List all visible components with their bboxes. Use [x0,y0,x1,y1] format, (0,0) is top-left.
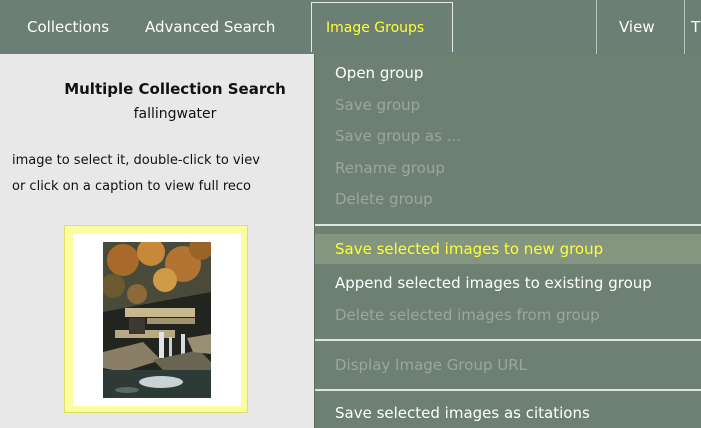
menu-separator [315,224,701,226]
fallingwater-photo [103,242,211,398]
menu-save-group-as[interactable]: Save group as ... [315,122,701,150]
menu-separator [315,339,701,341]
menubar: Collections Advanced Search Image Groups… [0,0,701,54]
menu-append-selected-to-existing-group[interactable]: Append selected images to existing group [315,269,701,297]
menubar-divider [596,0,597,54]
menu-collections[interactable]: Collections [27,0,109,54]
menu-open-group[interactable]: Open group [315,59,701,87]
menu-view[interactable]: View [619,0,655,54]
menu-delete-group[interactable]: Delete group [315,185,701,213]
search-term: fallingwater [133,106,217,122]
image-groups-dropdown-menu: Open group Save group Save group as ... … [315,54,701,428]
thumbnail-background [73,234,241,406]
menu-save-selected-as-citations[interactable]: Save selected images as citations [315,399,701,427]
menubar-divider [684,0,685,54]
menu-save-group[interactable]: Save group [315,91,701,119]
page-title: Multiple Collection Search [64,80,286,98]
menu-display-image-group-url[interactable]: Display Image Group URL [315,351,701,379]
menu-rename-group[interactable]: Rename group [315,154,701,182]
menu-separator [315,389,701,391]
instruction-text-1: image to select it, double-click to viev [12,153,260,168]
selected-thumbnail-frame[interactable] [64,225,248,413]
instruction-text-2: or click on a caption to view full reco [12,179,252,194]
menu-save-selected-to-new-group[interactable]: Save selected images to new group [315,234,701,264]
menu-truncated[interactable]: T [691,0,700,54]
thumbnail-image[interactable] [103,242,211,398]
menu-delete-selected-from-group[interactable]: Delete selected images from group [315,301,701,329]
results-panel: Multiple Collection Search fallingwater … [0,54,310,428]
menu-image-groups[interactable]: Image Groups [311,2,453,52]
menu-advanced-search[interactable]: Advanced Search [145,0,275,54]
